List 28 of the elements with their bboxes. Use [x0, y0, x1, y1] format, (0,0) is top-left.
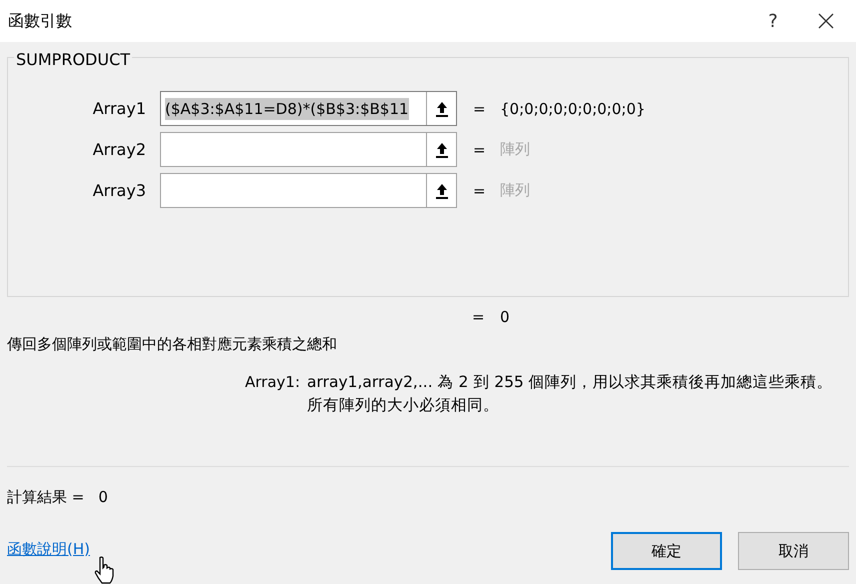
- argument-label: Array2: [92, 140, 147, 159]
- argument-label: Array3: [92, 181, 147, 200]
- equals-sign: =: [472, 308, 486, 326]
- help-button[interactable]: ?: [750, 0, 796, 42]
- ok-button[interactable]: 確定: [611, 532, 722, 570]
- close-icon: [818, 13, 834, 29]
- upload-arrow-icon: [436, 100, 448, 116]
- input-field[interactable]: [160, 132, 457, 167]
- input-field[interactable]: [160, 173, 457, 208]
- argument-help-label: Array1:: [245, 372, 301, 393]
- help-link[interactable]: 函數說明(H): [7, 540, 90, 559]
- argument-label: Array1: [92, 99, 147, 118]
- equals-sign: =: [473, 182, 487, 200]
- calculation-label: 計算結果 =: [7, 488, 84, 507]
- calculation-result: 0: [98, 488, 108, 507]
- argument-result: {0;0;0;0;0;0;0;0;0}: [500, 100, 646, 118]
- argument-help-text: array1,array2,... 為 2 到 255 個陣列，用以求其乘積後再加總這些乘積。所有陣列的大小必須相同。: [307, 372, 834, 416]
- window-title: 函數引數: [8, 10, 73, 32]
- function-description: 傳回多個陣列或範圍中的各相對應元素乘積之總和: [6, 335, 338, 355]
- equals-sign: =: [473, 100, 487, 118]
- cancel-button[interactable]: 取消: [738, 532, 849, 570]
- upload-arrow-icon: [436, 182, 448, 198]
- input-field[interactable]: ($A$3:$A$11=D8)*($B$3:$B$11: [160, 91, 457, 126]
- formula-result: 0: [500, 308, 510, 326]
- equals-sign: =: [473, 140, 487, 158]
- upload-arrow-icon: [436, 142, 448, 158]
- argument-result: 陣列: [500, 140, 530, 159]
- argument-result: 陣列: [500, 181, 530, 200]
